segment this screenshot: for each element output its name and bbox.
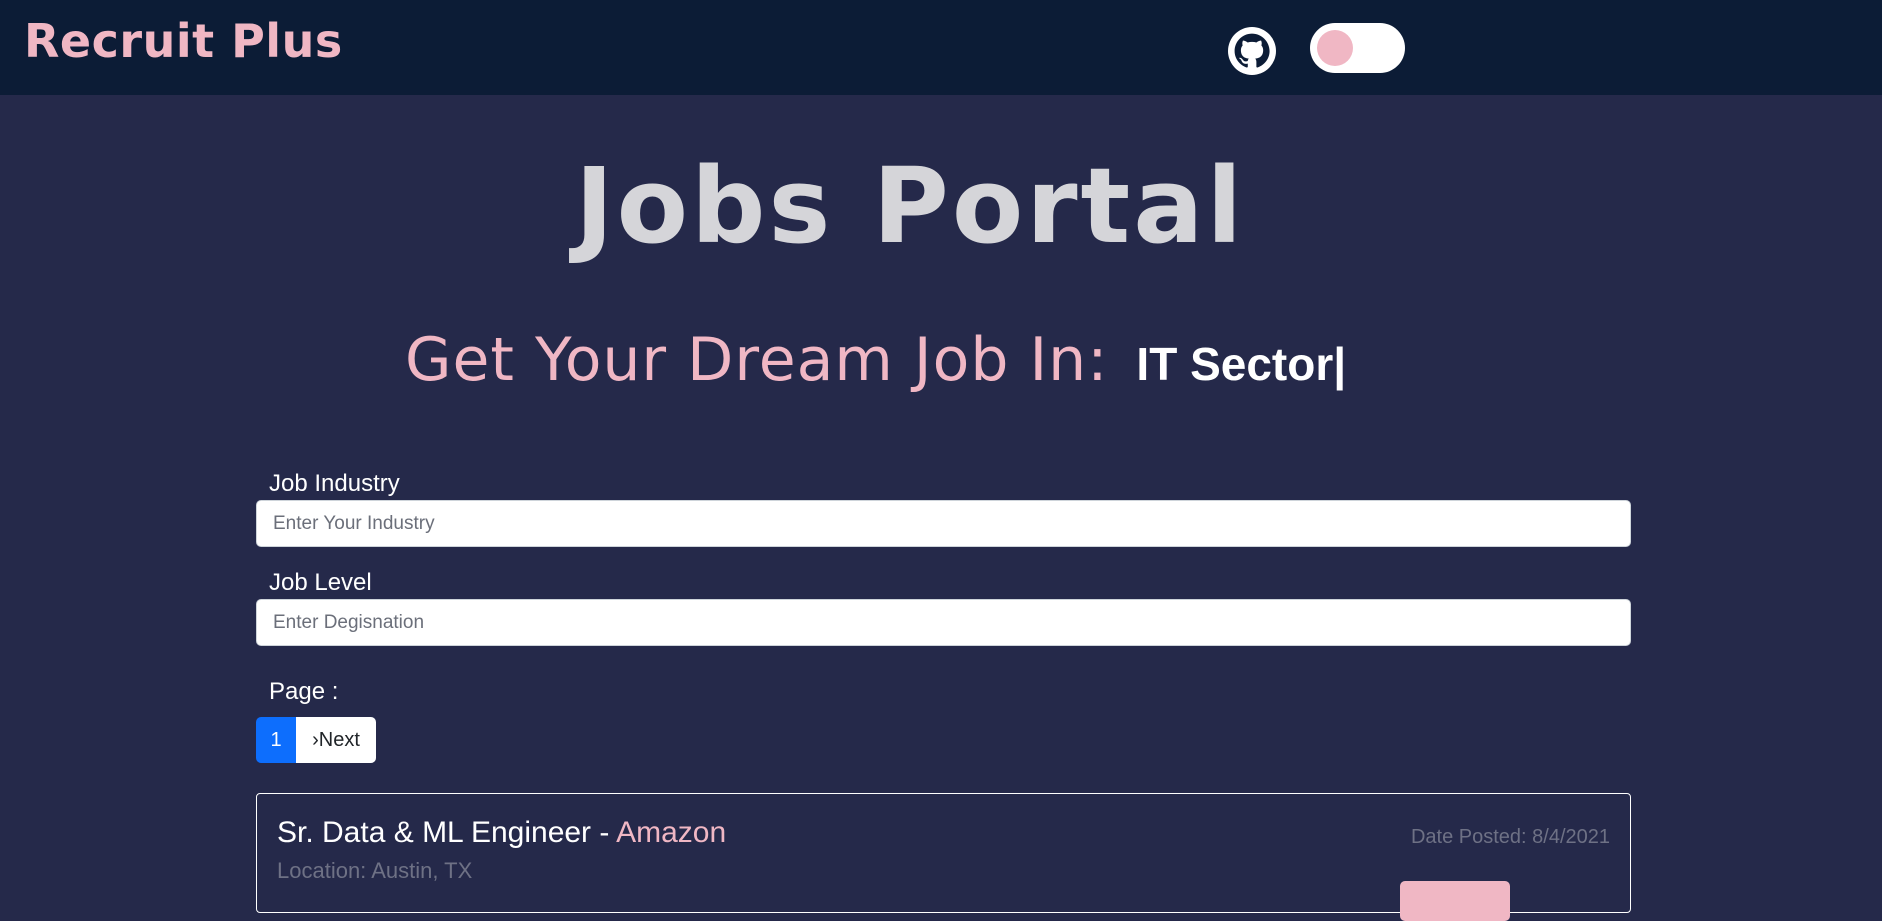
theme-toggle[interactable] xyxy=(1310,23,1405,73)
job-company[interactable]: Amazon xyxy=(616,816,726,849)
page-1-button[interactable]: 1 xyxy=(256,717,296,763)
job-level-label: Job Level xyxy=(269,569,372,596)
pagination: 1 ›Next xyxy=(256,717,376,763)
page-label: Page : xyxy=(269,678,339,705)
apply-button[interactable] xyxy=(1400,881,1510,921)
job-title: Sr. Data & ML Engineer - Amazon xyxy=(277,816,726,850)
navbar: Recruit Plus xyxy=(0,0,1882,95)
job-level-input[interactable] xyxy=(256,599,1631,646)
job-title-text: Sr. Data & ML Engineer xyxy=(277,816,592,849)
job-location: Location: Austin, TX xyxy=(277,858,473,883)
job-date-posted: Date Posted: 8/4/2021 xyxy=(1410,826,1610,848)
next-page-button[interactable]: ›Next xyxy=(296,717,376,763)
brand-logo[interactable]: Recruit Plus xyxy=(24,14,343,68)
toggle-knob xyxy=(1317,30,1353,66)
job-card[interactable]: Sr. Data & ML Engineer - Amazon Location… xyxy=(256,793,1631,921)
tagline-typed-text: IT Sector| xyxy=(1136,338,1347,390)
tagline-lead: Get Your Dream Job In: xyxy=(405,325,1109,395)
job-title-separator: - xyxy=(591,816,617,849)
github-icon[interactable] xyxy=(1228,27,1276,75)
job-industry-label: Job Industry xyxy=(269,470,400,497)
tagline: Get Your Dream Job In: IT Sector| xyxy=(405,325,1346,395)
page-title: Jobs Portal xyxy=(574,145,1246,267)
job-industry-input[interactable] xyxy=(256,500,1631,547)
